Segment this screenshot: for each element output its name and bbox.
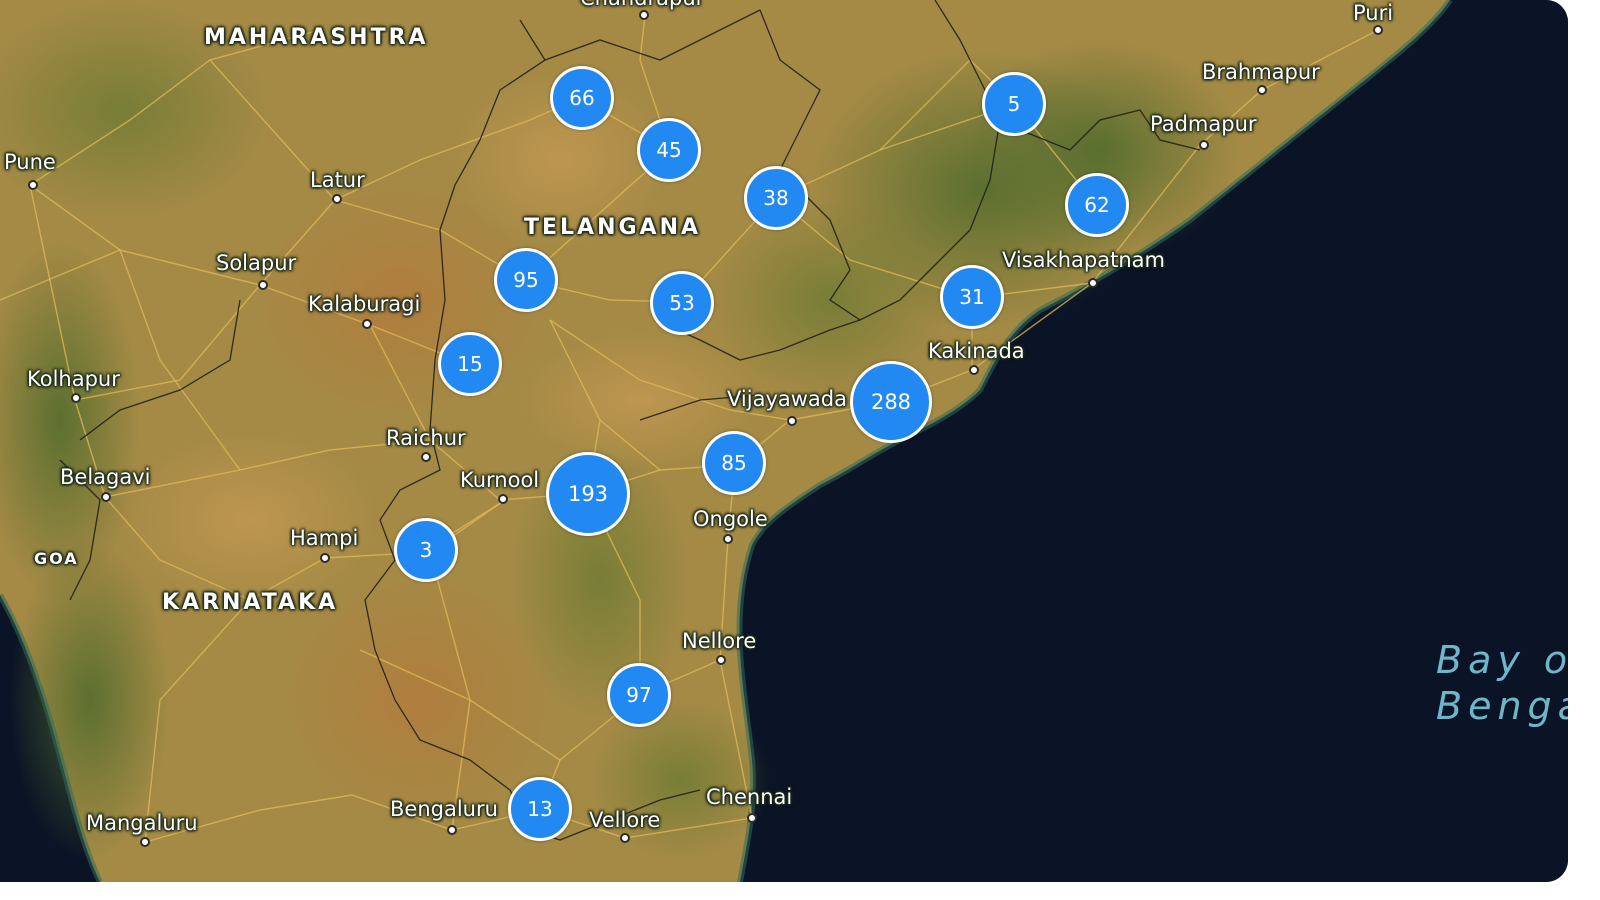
cluster-marker[interactable]: 3	[394, 518, 458, 582]
city-dot-bengaluru	[447, 825, 457, 835]
cluster-marker[interactable]: 193	[546, 452, 630, 536]
city-label-kalaburagi: Kalaburagi	[308, 292, 421, 316]
city-label-padmapur: Padmapur	[1150, 112, 1257, 136]
cluster-marker[interactable]: 62	[1065, 173, 1129, 237]
region-label-karnataka: KARNATAKA	[162, 590, 339, 615]
city-label-raichur: Raichur	[386, 426, 466, 450]
city-dot-brahmapur	[1257, 85, 1267, 95]
region-label-maharashtra: MAHARASHTRA	[204, 25, 429, 50]
city-dot-belagavi	[101, 492, 111, 502]
city-label-ongole: Ongole	[693, 507, 768, 531]
cluster-marker[interactable]: 45	[637, 118, 701, 182]
city-label-brahmapur: Brahmapur	[1202, 60, 1320, 84]
city-dot-kurnool	[498, 494, 508, 504]
cluster-marker[interactable]: 66	[550, 66, 614, 130]
city-dot-raichur	[421, 452, 431, 462]
water-label-line-2: Benga	[1436, 683, 1568, 728]
city-label-pune: Pune	[4, 150, 56, 174]
city-label-latur: Latur	[310, 168, 365, 192]
cluster-marker[interactable]: 53	[650, 271, 714, 335]
cluster-marker[interactable]: 97	[607, 663, 671, 727]
city-dot-kakinada	[969, 365, 979, 375]
city-dot-solapur	[258, 280, 268, 290]
cluster-marker[interactable]: 15	[438, 332, 502, 396]
region-label-goa: GOA	[34, 549, 79, 568]
city-label-mangaluru: Mangaluru	[86, 811, 198, 835]
city-dot-hampi	[320, 553, 330, 563]
city-dot-visakhapatnam	[1088, 278, 1098, 288]
water-label-bay-of-bengal: Bay o Benga	[1436, 638, 1568, 729]
water-label-line-1: Bay o	[1436, 638, 1568, 682]
cluster-marker[interactable]: 38	[744, 166, 808, 230]
cluster-marker[interactable]: 288	[850, 361, 932, 443]
map-view[interactable]: MAHARASHTRA TELANGANA KARNATAKA GOA Bay …	[0, 0, 1568, 882]
cluster-marker[interactable]: 13	[508, 777, 572, 841]
city-label-vijayawada: Vijayawada	[727, 387, 847, 411]
cluster-marker[interactable]: 95	[494, 248, 558, 312]
city-dot-chandrapur	[639, 10, 649, 20]
cluster-marker[interactable]: 31	[940, 265, 1004, 329]
city-dot-puri	[1373, 25, 1383, 35]
city-dot-chennai	[747, 813, 757, 823]
city-dot-mangaluru	[140, 837, 150, 847]
city-dot-ongole	[723, 534, 733, 544]
city-label-visakhapatnam: Visakhapatnam	[1002, 248, 1165, 272]
city-label-kurnool: Kurnool	[460, 468, 540, 492]
city-dot-latur	[332, 194, 342, 204]
city-label-hampi: Hampi	[290, 526, 359, 550]
city-dot-pune	[28, 180, 38, 190]
city-label-solapur: Solapur	[216, 251, 297, 275]
city-label-belagavi: Belagavi	[60, 465, 151, 489]
city-dot-kolhapur	[71, 393, 81, 403]
city-label-chandrapur: Chandrapur	[580, 0, 704, 9]
city-dot-vijayawada	[787, 416, 797, 426]
city-label-kolhapur: Kolhapur	[27, 367, 120, 391]
city-label-nellore: Nellore	[682, 629, 757, 653]
city-label-puri: Puri	[1353, 1, 1394, 25]
city-label-bengaluru: Bengaluru	[390, 797, 498, 821]
city-dot-nellore	[716, 655, 726, 665]
city-label-chennai: Chennai	[706, 785, 793, 809]
city-label-kakinada: Kakinada	[928, 339, 1025, 363]
region-label-telangana: TELANGANA	[524, 215, 702, 240]
cluster-marker[interactable]: 5	[982, 72, 1046, 136]
city-dot-padmapur	[1199, 140, 1209, 150]
city-label-vellore: Vellore	[589, 808, 661, 832]
cluster-marker[interactable]: 85	[702, 431, 766, 495]
satellite-map-layer[interactable]	[0, 0, 1568, 882]
city-dot-kalaburagi	[362, 319, 372, 329]
city-dot-vellore	[620, 833, 630, 843]
